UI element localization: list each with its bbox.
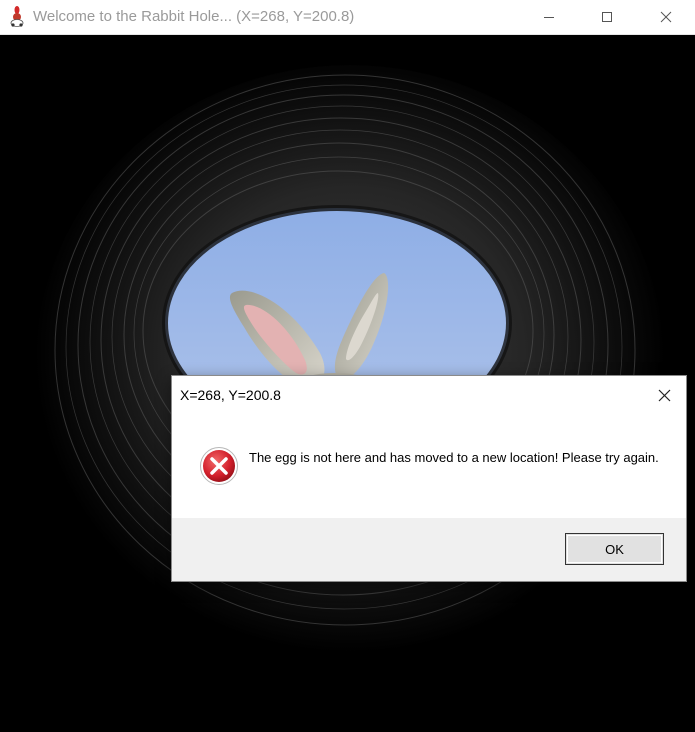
error-icon	[199, 446, 239, 486]
title-bar[interactable]: Welcome to the Rabbit Hole... (X=268, Y=…	[0, 0, 695, 35]
maximize-icon	[602, 12, 612, 22]
message-dialog: X=268, Y=200.8 The egg is not here and h…	[171, 375, 687, 582]
ok-button[interactable]: OK	[565, 533, 664, 565]
minimize-icon	[544, 17, 554, 18]
dialog-title: X=268, Y=200.8	[180, 387, 281, 403]
close-icon	[660, 11, 672, 23]
dialog-close-button[interactable]	[642, 376, 686, 414]
dialog-message: The egg is not here and has moved to a n…	[249, 450, 659, 465]
close-button[interactable]	[643, 0, 689, 34]
maximize-button[interactable]	[584, 0, 630, 34]
minimize-button[interactable]	[526, 0, 572, 34]
dialog-footer: OK	[172, 518, 686, 581]
rabbit-app-icon[interactable]	[8, 6, 28, 28]
close-icon	[658, 389, 670, 401]
app-window: Welcome to the Rabbit Hole... (X=268, Y=…	[0, 0, 695, 732]
window-title: Welcome to the Rabbit Hole... (X=268, Y=…	[33, 8, 355, 25]
